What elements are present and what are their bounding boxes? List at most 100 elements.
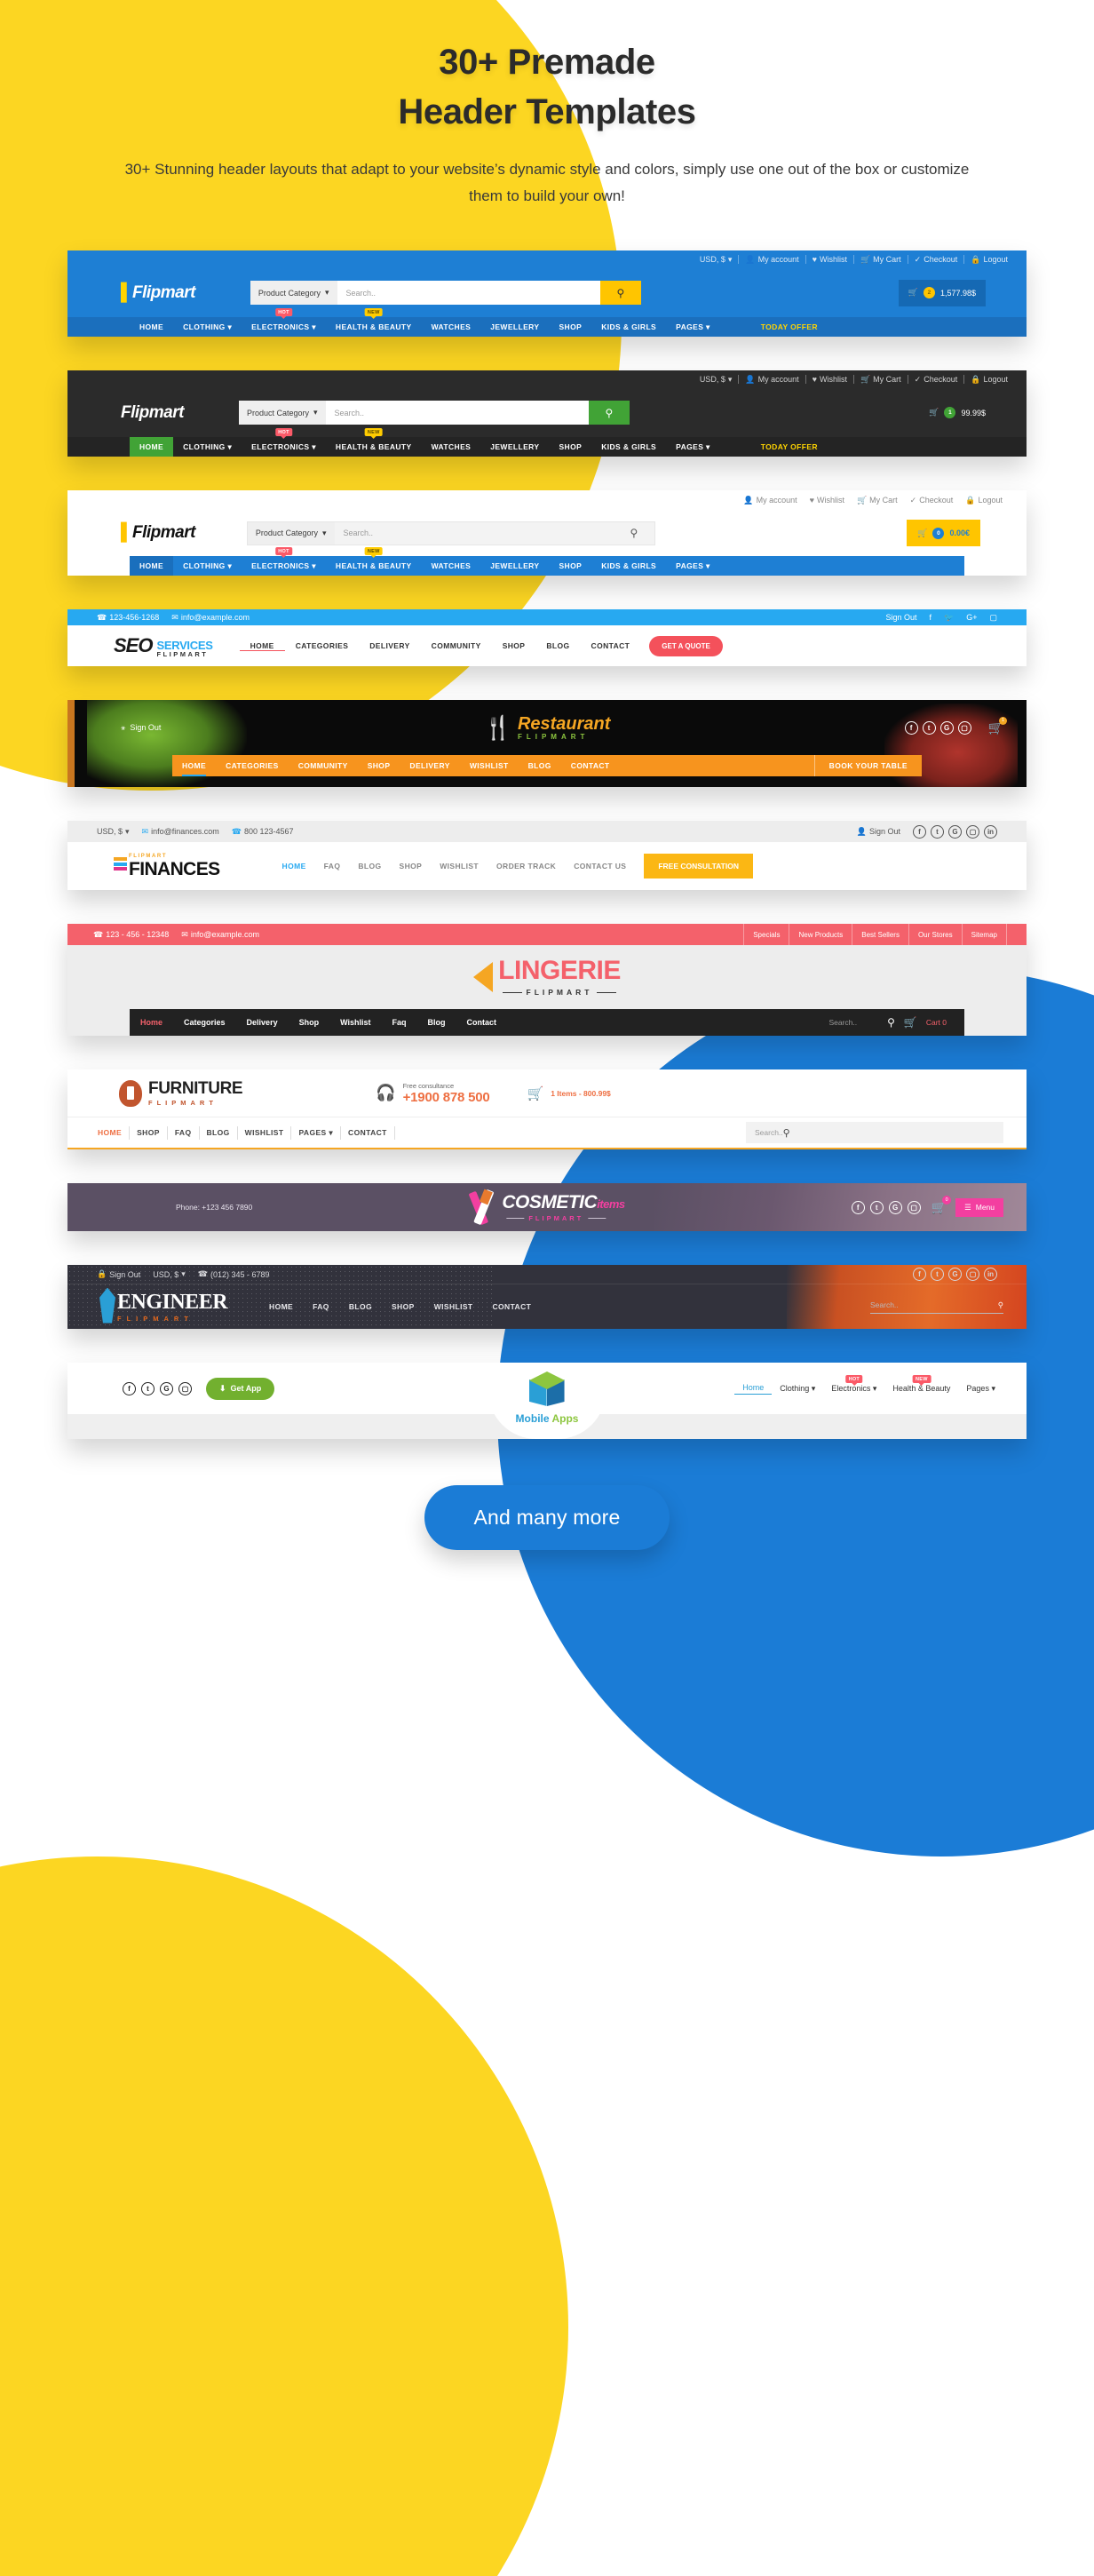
topbar-link-my-account[interactable]: 👤 My account <box>739 375 805 384</box>
currency-selector[interactable]: USD, $ ▾ <box>147 1270 192 1279</box>
nav-item-jewellery[interactable]: JEWELLERY <box>480 437 549 457</box>
signout-link[interactable]: Sign Out <box>879 613 923 622</box>
cart-icon[interactable]: 🛒 <box>904 1016 917 1029</box>
nav-item-watches[interactable]: WATCHES <box>422 437 481 457</box>
phone-info[interactable]: Phone: +123 456 7890 <box>176 1203 252 1212</box>
topbar-link-wishlist[interactable]: ♥ Wishlist <box>806 375 853 384</box>
today-offer-label[interactable]: TODAY OFFER <box>761 322 818 331</box>
nav-item-shop[interactable]: SHOP <box>391 862 432 871</box>
nav-item-home[interactable]: HOME <box>130 556 174 576</box>
nav-item-health-beauty[interactable]: NEW HEALTH & BEAUTY <box>326 308 422 337</box>
and-many-more-button[interactable]: And many more <box>424 1485 670 1550</box>
topbar-link-checkout[interactable]: ✓ Checkout <box>908 375 964 384</box>
google-plus-icon[interactable]: G <box>160 1381 173 1395</box>
nav-item-wishlist[interactable]: WISHLIST <box>460 755 519 776</box>
nav-item-shop[interactable]: SHOP <box>130 1125 168 1140</box>
brand-logo[interactable]: Mobile Apps <box>516 1371 578 1425</box>
nav-item-pages[interactable]: Pages ▾ <box>958 1384 1003 1393</box>
instagram-icon[interactable]: ▢ <box>957 720 971 735</box>
nav-item-categories[interactable]: Categories <box>173 1009 236 1036</box>
search-bar[interactable]: Search.. ⚲ <box>746 1122 1003 1143</box>
search-icon[interactable]: ⚲ <box>998 1300 1003 1310</box>
nav-item-shop[interactable]: SHOP <box>549 437 591 457</box>
template-card-lingerie[interactable]: ☎ 123 - 456 - 12348 ✉ info@example.com Spe… <box>67 924 1027 1036</box>
search-icon[interactable]: ⚲ <box>783 1127 790 1139</box>
nav-item-watches[interactable]: WATCHES <box>422 556 481 576</box>
nav-item-home[interactable]: HOME <box>239 641 285 651</box>
brand-logo[interactable]: ▌Flipmart <box>121 283 195 303</box>
template-card-flipmart-dark[interactable]: USD, $ ▾ 👤 My account ♥ Wishlist 🛒 My Cart ✓… <box>67 370 1027 457</box>
facebook-icon[interactable]: f <box>913 1268 926 1281</box>
topbar-link-my-account[interactable]: 👤 My account <box>739 255 805 264</box>
search-icon[interactable]: ⚲ <box>599 281 641 305</box>
nav-item-wishlist[interactable]: WISHLIST <box>424 1302 483 1311</box>
nav-item-electronics[interactable]: HOT Electronics ▾ <box>823 1375 884 1393</box>
brand-logo[interactable]: COSMETICitems FLIPMART <box>468 1189 625 1226</box>
nav-item-blog[interactable]: BLOG <box>200 1125 238 1140</box>
nav-item-wishlist[interactable]: Wishlist <box>329 1009 381 1036</box>
topbar-link-specials[interactable]: Specials <box>743 924 789 945</box>
email-info[interactable]: ✉ info@example.com <box>175 930 266 939</box>
topbar-link-logout[interactable]: 🔒 Logout <box>959 496 1009 505</box>
currency-selector[interactable]: USD, $ ▾ <box>694 375 739 384</box>
nav-item-contact[interactable]: CONTACT <box>561 755 620 776</box>
nav-item-blog[interactable]: Blog <box>417 1009 456 1036</box>
nav-item-contact[interactable]: CONTACT <box>581 641 641 650</box>
instagram-icon[interactable]: ▢ <box>178 1381 192 1395</box>
nav-item-clothing[interactable]: CLOTHING ▾ <box>173 556 242 576</box>
search-bar[interactable]: Product Category ▾ Search.. ⚲ <box>238 401 630 425</box>
cart-label[interactable]: Cart 0 <box>926 1018 947 1027</box>
email-info[interactable]: ✉ info@finances.com <box>136 827 226 836</box>
search-input[interactable]: Search.. <box>828 1018 857 1027</box>
nav-item-home[interactable]: HOME <box>91 1125 131 1140</box>
nav-item-kids-girls[interactable]: KIDS & GIRLS <box>591 437 666 457</box>
category-select[interactable]: Product Category ▾ <box>247 521 335 545</box>
template-card-furniture[interactable]: FURNITURE FLIPMART 🎧 Free consultance +1… <box>67 1069 1027 1149</box>
nav-item-kids-girls[interactable]: KIDS & GIRLS <box>591 317 666 337</box>
search-input[interactable]: Search.. <box>334 521 614 545</box>
google-plus-icon[interactable]: G <box>948 1268 962 1281</box>
search-icon[interactable]: ⚲ <box>887 1016 895 1029</box>
nav-item-jewellery[interactable]: JEWELLERY <box>480 556 549 576</box>
cart-icon[interactable]: 🛒 1 <box>988 716 1007 735</box>
nav-item-home[interactable]: HOME <box>259 1302 303 1311</box>
search-icon[interactable]: ⚲ <box>613 521 654 545</box>
nav-item-faq[interactable]: FAQ <box>168 1125 200 1140</box>
nav-item-kids-girls[interactable]: KIDS & GIRLS <box>591 556 666 576</box>
template-card-flipmart-light[interactable]: 👤 My account ♥ Wishlist 🛒 My Cart ✓ Checkout… <box>67 490 1027 576</box>
google-plus-icon[interactable]: G <box>948 824 962 839</box>
nav-item-faq[interactable]: FAQ <box>315 862 350 871</box>
nav-item-faq[interactable]: Faq <box>382 1009 417 1036</box>
currency-selector[interactable]: USD, $ ▾ <box>694 255 739 264</box>
nav-item-contact[interactable]: CONTACT <box>483 1302 542 1311</box>
nav-item-clothing[interactable]: CLOTHING ▾ <box>173 437 242 457</box>
category-select[interactable]: Product Category ▾ <box>250 281 337 305</box>
search-input[interactable]: Search.. <box>870 1300 899 1309</box>
twitter-icon[interactable]: t <box>869 1200 884 1214</box>
search-bar[interactable]: Product Category ▾ Search.. ⚲ <box>246 521 655 545</box>
nav-item-community[interactable]: COMMUNITY <box>421 641 492 650</box>
nav-item-electronics[interactable]: HOT ELECTRONICS ▾ <box>242 308 326 337</box>
menu-button[interactable]: ☰ Menu <box>955 1197 1003 1217</box>
nav-item-home[interactable]: Home <box>130 1009 173 1036</box>
nav-item-contact-us[interactable]: CONTACT US <box>565 862 635 871</box>
nav-item-faq[interactable]: FAQ <box>303 1302 339 1311</box>
nav-item-shop[interactable]: SHOP <box>549 317 591 337</box>
cart-summary[interactable]: 🛒 2 1,577.98$ <box>898 279 986 306</box>
brand-logo[interactable]: LINGERIE FLIPMART <box>67 945 1027 1009</box>
topbar-link-my-cart[interactable]: 🛒 My Cart <box>851 496 904 505</box>
free-consultation-button[interactable]: FREE CONSULTATION <box>644 854 753 879</box>
nav-item-pages[interactable]: PAGES ▾ <box>666 556 720 576</box>
nav-item-shop[interactable]: SHOP <box>358 755 400 776</box>
template-card-engineer[interactable]: 🔒 Sign Out USD, $ ▾ ☎ (012) 345 - 6789 f t … <box>67 1265 1027 1329</box>
signout-link[interactable]: 👤 Sign Out <box>851 827 907 836</box>
brand-logo[interactable]: ▌Flipmart <box>121 523 195 543</box>
instagram-icon[interactable]: ▢ <box>966 824 979 839</box>
facebook-icon[interactable]: f <box>851 1200 865 1214</box>
topbar-link-checkout[interactable]: ✓ Checkout <box>904 496 960 505</box>
nav-item-shop[interactable]: Shop <box>289 1009 330 1036</box>
cart-summary[interactable]: 🛒 1 Items - 800.99$ <box>527 1085 611 1101</box>
topbar-link-checkout[interactable]: ✓ Checkout <box>908 255 964 264</box>
linkedin-icon[interactable]: in <box>984 824 997 839</box>
topbar-link-sitemap[interactable]: Sitemap <box>961 924 1007 945</box>
